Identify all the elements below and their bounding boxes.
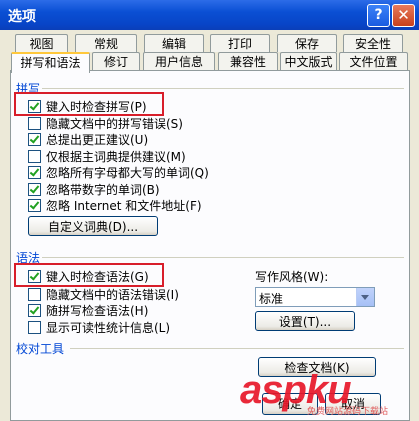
suggest-from-main-dictionary[interactable]: 仅根据主词典提供建议(M) [28,148,186,164]
checkbox[interactable] [28,182,41,196]
help-button[interactable]: ? [367,4,390,27]
ignore-internet-addresses[interactable]: 忽略 Internet 和文件地址(F) [28,197,202,213]
chevron-down-icon[interactable] [356,288,374,306]
highlight-box-grammar [14,263,164,287]
checkbox[interactable] [28,116,41,130]
checkbox[interactable] [28,132,41,146]
tab-view[interactable]: 视图 [15,34,68,52]
always-suggest-corrections[interactable]: 总提出更正建议(U) [28,131,148,147]
grammar-separator [42,257,404,258]
proofing-group-label: 校对工具 [16,342,65,356]
option-label: 隐藏文档中的语法错误(I) [46,287,179,302]
option-label: 忽略 Internet 和文件地址(F) [46,198,202,213]
checkbox[interactable] [28,287,41,301]
checkbox[interactable] [28,149,41,163]
checkbox[interactable] [28,320,41,334]
tab-security[interactable]: 安全性 [343,34,403,52]
option-label: 显示可读性统计信息(L) [46,320,171,335]
close-button[interactable]: ✕ [392,4,415,27]
writing-style-select[interactable]: 标准 [255,287,375,307]
option-label: 随拼写检查语法(H) [46,303,149,318]
tab-print[interactable]: 打印 [210,34,270,52]
checkbox[interactable] [28,165,41,179]
tab-revisions[interactable]: 修订 [92,52,140,70]
checkbox[interactable] [28,303,41,317]
tab-save[interactable]: 保存 [277,34,337,52]
tab-user-info[interactable]: 用户信息 [143,52,215,70]
option-label: 忽略所有字母都大写的单词(Q) [46,165,209,180]
tab-general[interactable]: 常规 [75,34,137,52]
watermark-subtitle: 免费网站源码下载站 [307,407,389,417]
title-bar: 选项 ? ✕ [0,0,419,30]
tab-file-locations[interactable]: 文件位置 [339,52,408,70]
option-label: 忽略带数字的单词(B) [46,182,160,197]
hide-grammar-errors[interactable]: 隐藏文档中的语法错误(I) [28,286,179,302]
writing-style-label: 写作风格(W): [255,270,329,284]
ignore-words-with-numbers[interactable]: 忽略带数字的单词(B) [28,181,160,197]
tab-edit[interactable]: 编辑 [144,34,204,52]
ignore-uppercase-words[interactable]: 忽略所有字母都大写的单词(Q) [28,164,209,180]
spelling-separator [42,88,404,89]
option-label: 隐藏文档中的拼写错误(S) [46,116,183,131]
tab-spelling-grammar[interactable]: 拼写和语法 [11,52,90,73]
show-readability-statistics[interactable]: 显示可读性统计信息(L) [28,319,170,335]
check-grammar-with-spelling[interactable]: 随拼写检查语法(H) [28,302,148,318]
proofing-separator [70,348,404,349]
tab-chinese-layout[interactable]: 中文版式 [280,52,337,70]
highlight-box-spelling [14,92,164,116]
hide-spelling-errors[interactable]: 隐藏文档中的拼写错误(S) [28,115,183,131]
writing-style-value: 标准 [259,292,284,306]
option-label: 仅根据主词典提供建议(M) [46,149,186,164]
tab-compatibility[interactable]: 兼容性 [218,52,278,70]
checkbox[interactable] [28,198,41,212]
grammar-settings-button[interactable]: 设置(T)... [255,311,355,331]
custom-dictionaries-button[interactable]: 自定义词典(D)... [28,216,158,236]
window-title: 选项 [8,9,36,25]
option-label: 总提出更正建议(U) [46,132,149,147]
